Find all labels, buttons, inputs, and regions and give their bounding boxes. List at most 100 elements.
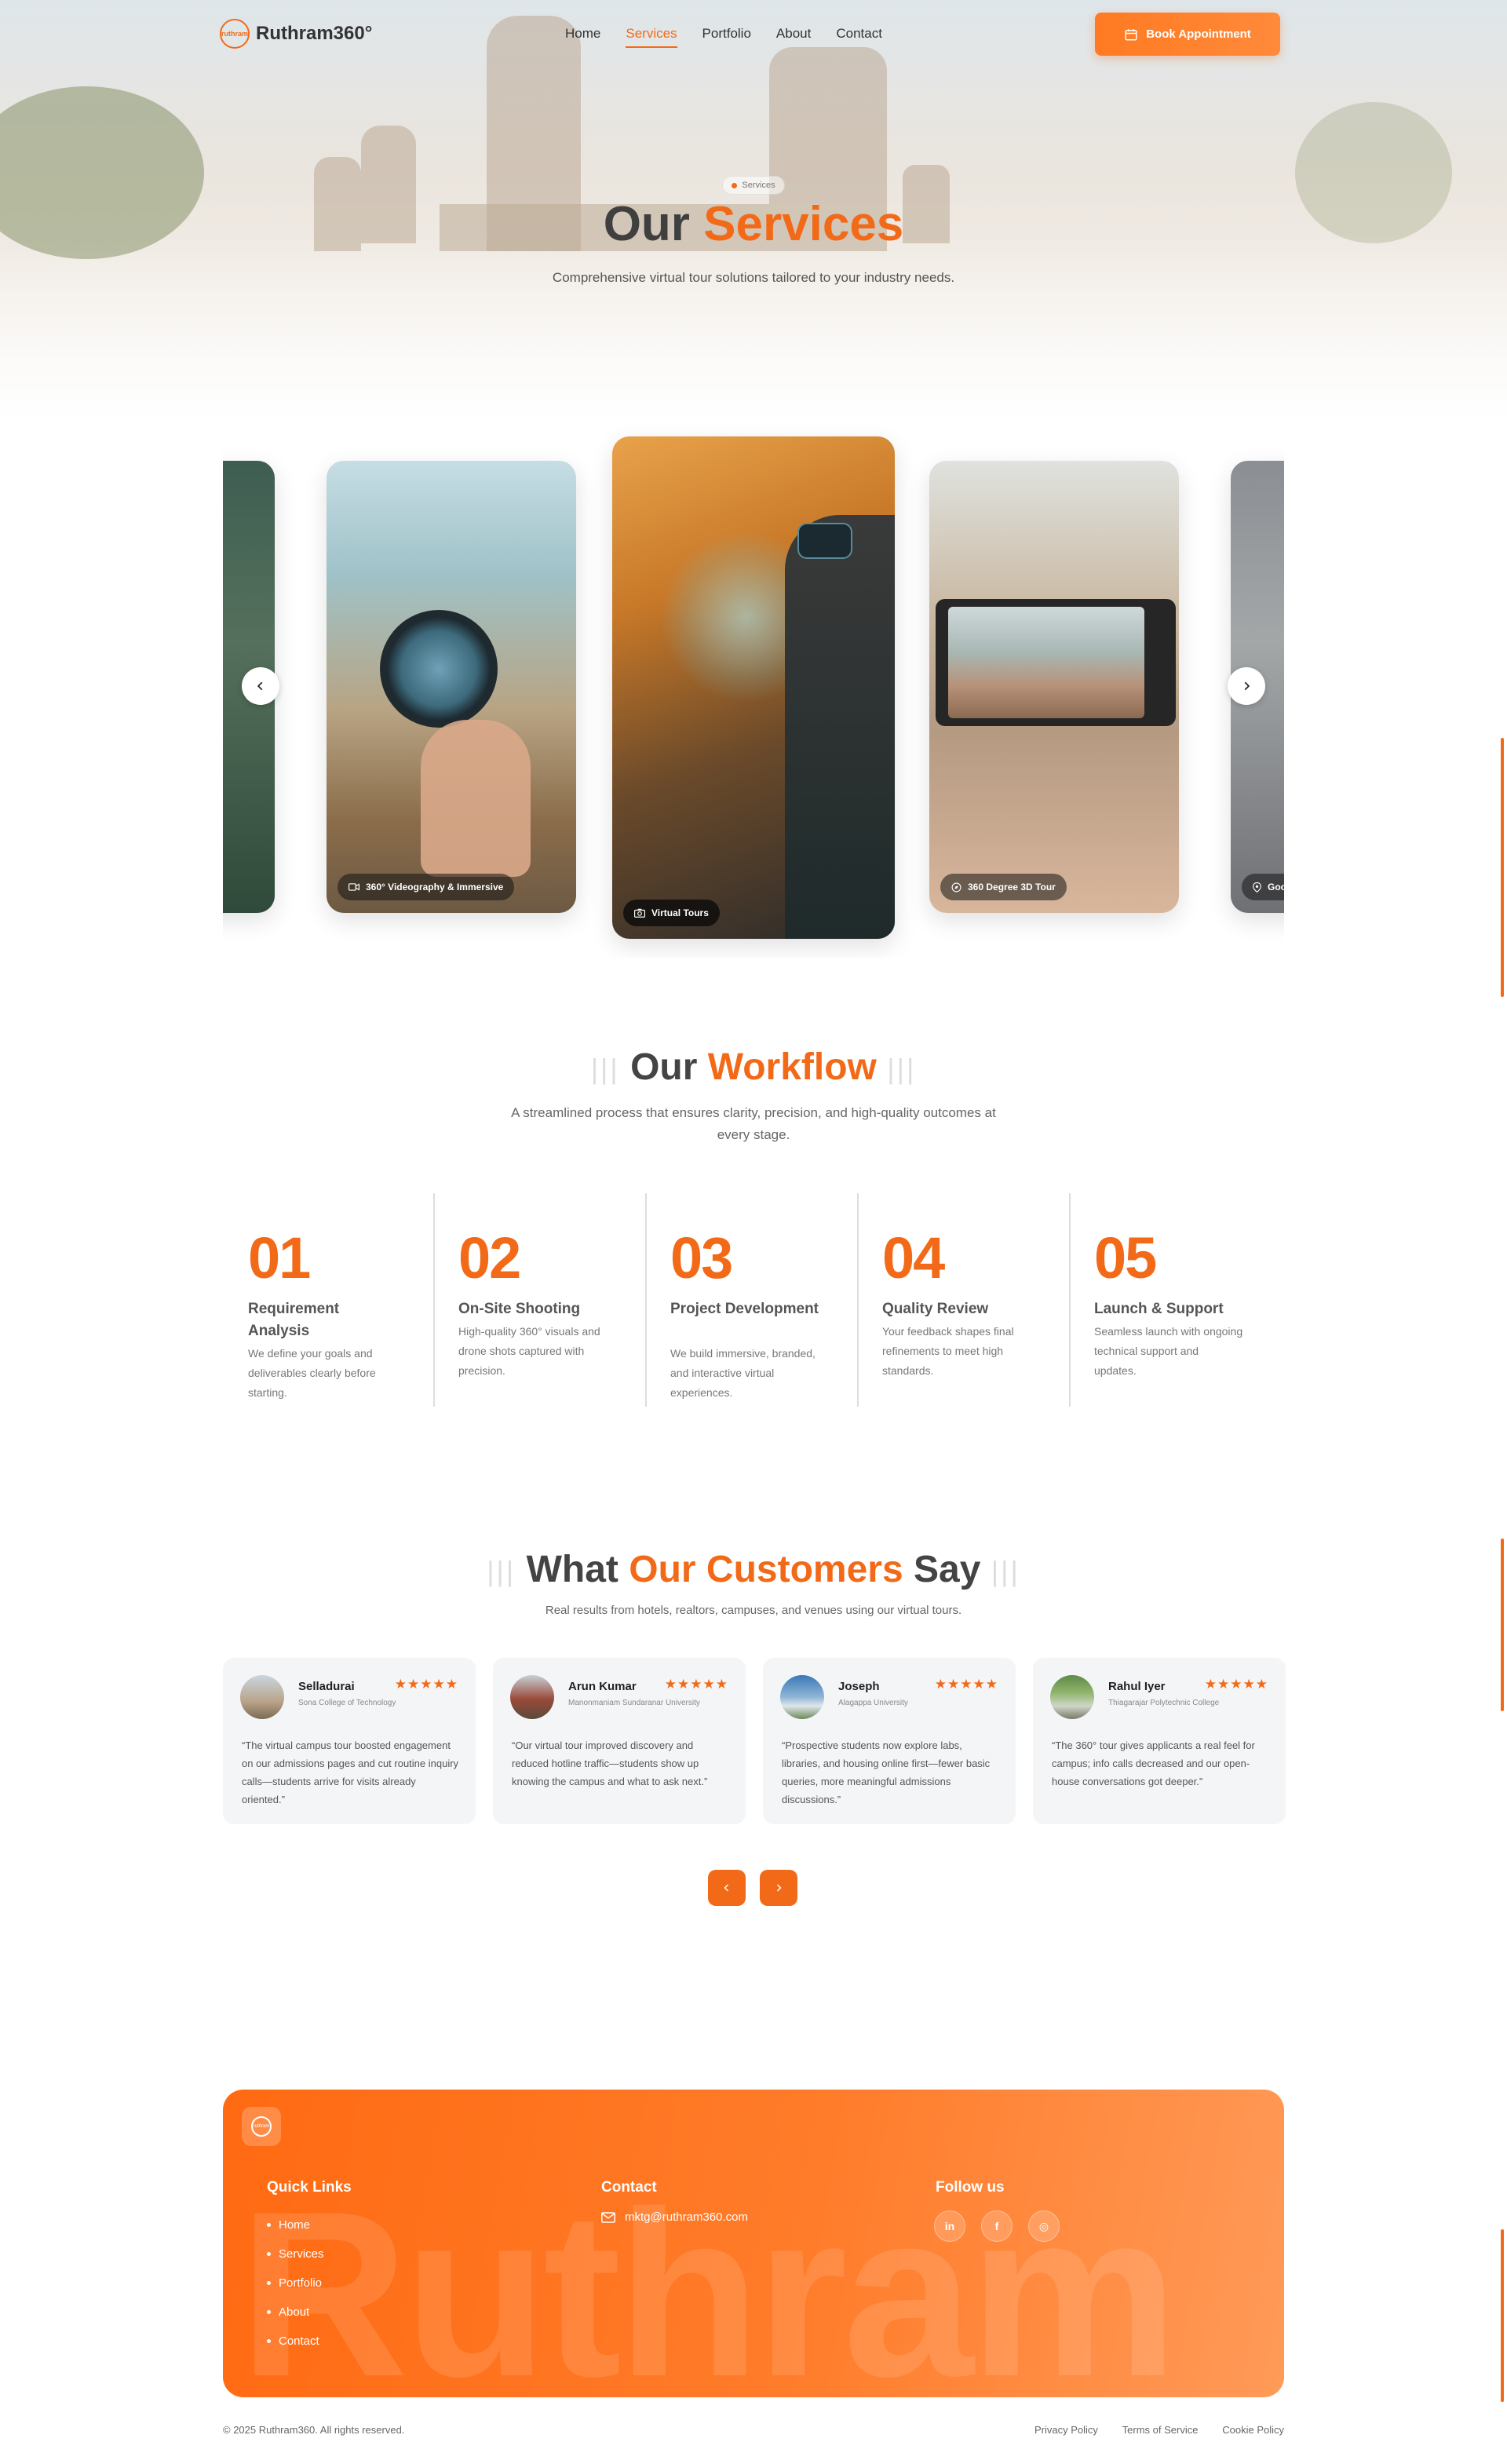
logo-mark: ruthram <box>220 19 250 49</box>
scroll-accent <box>1501 1539 1504 1711</box>
step-number: 01 <box>248 1225 311 1290</box>
testimonial-card: Arun Kumar Manonmaniam Sundaranar Univer… <box>493 1658 746 1824</box>
linkedin-button[interactable]: in <box>934 2210 965 2242</box>
nav-portfolio[interactable]: Portfolio <box>702 26 751 48</box>
quick-links-title: Quick Links <box>267 2179 352 2196</box>
nav-home[interactable]: Home <box>565 26 600 48</box>
workflow-step: 04 Quality Review Your feedback shapes f… <box>857 1193 1069 1407</box>
carousel-prev-button[interactable] <box>242 667 279 705</box>
lens-image <box>380 610 498 728</box>
step-description: We build immersive, branded, and interac… <box>670 1347 816 1399</box>
carousel-slide-active[interactable]: Virtual Tours <box>612 436 895 939</box>
nav-services[interactable]: Services <box>626 26 677 48</box>
footer-email-link[interactable]: mktg@ruthram360.com <box>601 2210 748 2224</box>
privacy-policy-link[interactable]: Privacy Policy <box>1034 2424 1098 2436</box>
chevron-left-icon <box>257 681 263 691</box>
services-carousel: 360° Videography & Immersive Virtual Tou… <box>223 424 1284 958</box>
footer-link-contact[interactable]: Contact <box>267 2327 324 2356</box>
testimonial-name: Selladurai <box>298 1680 355 1693</box>
carousel-slide[interactable]: 360 Degree 3D Tour <box>929 461 1179 913</box>
footer: Ruthram ruthram Quick Links Home Service… <box>223 2090 1284 2397</box>
testimonial-card: Rahul Iyer Thiagarajar Polytechnic Colle… <box>1033 1658 1286 1824</box>
testimonial-org: Manonmaniam Sundaranar University <box>568 1699 700 1707</box>
copyright: © 2025 Ruthram360. All rights reserved. <box>223 2424 405 2436</box>
workflow-subtitle: A streamlined process that ensures clari… <box>0 1102 1507 1146</box>
book-appointment-label: Book Appointment <box>1146 27 1251 41</box>
nav-about[interactable]: About <box>776 26 811 48</box>
legal-links: Privacy Policy Terms of Service Cookie P… <box>1034 2424 1284 2436</box>
step-number: 05 <box>1094 1225 1157 1290</box>
instagram-button[interactable]: ◎ <box>1028 2210 1060 2242</box>
testimonials-next-button[interactable] <box>760 1870 797 1906</box>
hero-badge: Services <box>722 176 785 195</box>
step-description: Seamless launch with ongoing technical s… <box>1094 1325 1243 1377</box>
bullet <box>267 2252 271 2256</box>
workflow-steps: 01 Requirement Analysis We define your g… <box>223 1193 1284 1407</box>
testimonials-prev-button[interactable] <box>708 1870 746 1906</box>
bullet <box>267 2310 271 2314</box>
workflow-title-accent: Workflow <box>707 1046 877 1088</box>
title-decoration: ||| <box>887 1053 917 1086</box>
step-divider <box>645 1193 647 1407</box>
step-description: Your feedback shapes final refinements t… <box>882 1325 1014 1377</box>
linkedin-icon: in <box>944 2220 955 2232</box>
testimonial-card: Joseph Alagappa University ★★★★★ “Prospe… <box>763 1658 1016 1824</box>
step-name: On-Site Shooting <box>458 1301 581 1317</box>
step-name: Launch & Support <box>1094 1301 1224 1317</box>
testimonial-card: Selladurai Sona College of Technology ★★… <box>223 1658 476 1824</box>
avatar <box>240 1675 284 1719</box>
scroll-accent <box>1501 2229 1504 2402</box>
footer-link-home[interactable]: Home <box>267 2210 324 2240</box>
hero-section: ruthram Ruthram360° Home Services Portfo… <box>0 0 1507 424</box>
slide-label-text: Virtual Tours <box>651 907 709 918</box>
rating-stars: ★★★★★ <box>934 1677 998 1692</box>
book-appointment-button[interactable]: Book Appointment <box>1095 13 1280 56</box>
nav-contact[interactable]: Contact <box>836 26 882 48</box>
video-icon <box>348 883 359 891</box>
step-number: 02 <box>458 1225 521 1290</box>
testimonials-title-accent: Our Customers <box>629 1549 903 1590</box>
step-number: 04 <box>882 1225 945 1290</box>
footer-link-label: Portfolio <box>279 2276 323 2290</box>
logo[interactable]: ruthram Ruthram360° <box>220 19 372 49</box>
workflow-step: 03 Project Development We build immersiv… <box>645 1193 857 1407</box>
footer-email: mktg@ruthram360.com <box>625 2210 748 2224</box>
carousel-slide[interactable]: 360° Videography & Immersive <box>327 461 576 913</box>
camera-icon <box>634 908 645 918</box>
phone-screen <box>948 607 1144 718</box>
footer-link-portfolio[interactable]: Portfolio <box>267 2269 324 2298</box>
rating-stars: ★★★★★ <box>1204 1677 1268 1692</box>
terms-link[interactable]: Terms of Service <box>1122 2424 1199 2436</box>
phone-image <box>936 599 1176 726</box>
compass-icon <box>951 882 961 892</box>
bullet <box>267 2223 271 2227</box>
main-nav: Home Services Portfolio About Contact <box>565 26 882 48</box>
step-divider <box>1069 1193 1071 1407</box>
hero-subtitle: Comprehensive virtual tour solutions tai… <box>552 270 955 285</box>
testimonial-name: Arun Kumar <box>568 1680 637 1693</box>
testimonial-quote: “Our virtual tour improved discovery and… <box>512 1739 708 1787</box>
workflow-step: 01 Requirement Analysis We define your g… <box>223 1193 435 1407</box>
workflow-title-dark: Our <box>630 1046 698 1088</box>
testimonial-org: Sona College of Technology <box>298 1699 396 1707</box>
workflow-subtitle-line2: every stage. <box>717 1127 790 1142</box>
logo-text: Ruthram360° <box>256 23 373 44</box>
testimonials-title: ||| What Our Customers Say ||| <box>0 1548 1507 1591</box>
vr-headset <box>797 523 852 559</box>
footer-link-services[interactable]: Services <box>267 2240 324 2269</box>
rating-stars: ★★★★★ <box>394 1677 458 1692</box>
chevron-right-icon <box>1244 681 1250 691</box>
navbar: ruthram Ruthram360° Home Services Portfo… <box>220 13 1280 57</box>
follow-title: Follow us <box>936 2179 1005 2196</box>
workflow-subtitle-line1: A streamlined process that ensures clari… <box>511 1105 996 1120</box>
footer-logo[interactable]: ruthram <box>242 2107 281 2146</box>
footer-link-label: About <box>279 2305 310 2319</box>
page-title-dark: Our <box>603 197 690 251</box>
footer-link-about[interactable]: About <box>267 2298 324 2327</box>
cookie-policy-link[interactable]: Cookie Policy <box>1222 2424 1284 2436</box>
facebook-button[interactable]: f <box>981 2210 1013 2242</box>
slide-label-text: 360° Videography & Immersive <box>366 882 504 893</box>
contact-title: Contact <box>601 2179 657 2196</box>
carousel-next-button[interactable] <box>1228 667 1265 705</box>
map-pin-icon <box>1253 882 1261 893</box>
